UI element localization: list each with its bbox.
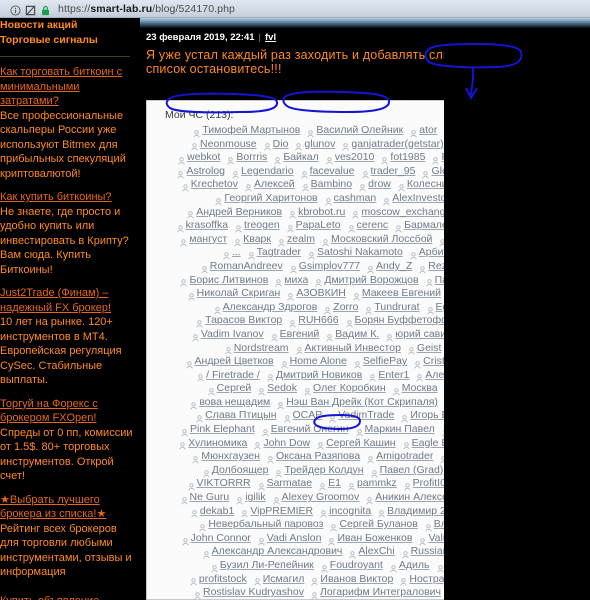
annotation-layer <box>165 42 523 431</box>
circle-slivatorov <box>424 42 523 69</box>
page-root: https://smart-lab.ru/blog/524170.php Нов… <box>0 0 590 600</box>
circle-vasiliy-oleynik <box>282 90 390 114</box>
circle-timofey-martynov <box>165 92 279 114</box>
circle-pammkz <box>313 413 362 431</box>
annotation-arrow-line <box>470 67 475 96</box>
